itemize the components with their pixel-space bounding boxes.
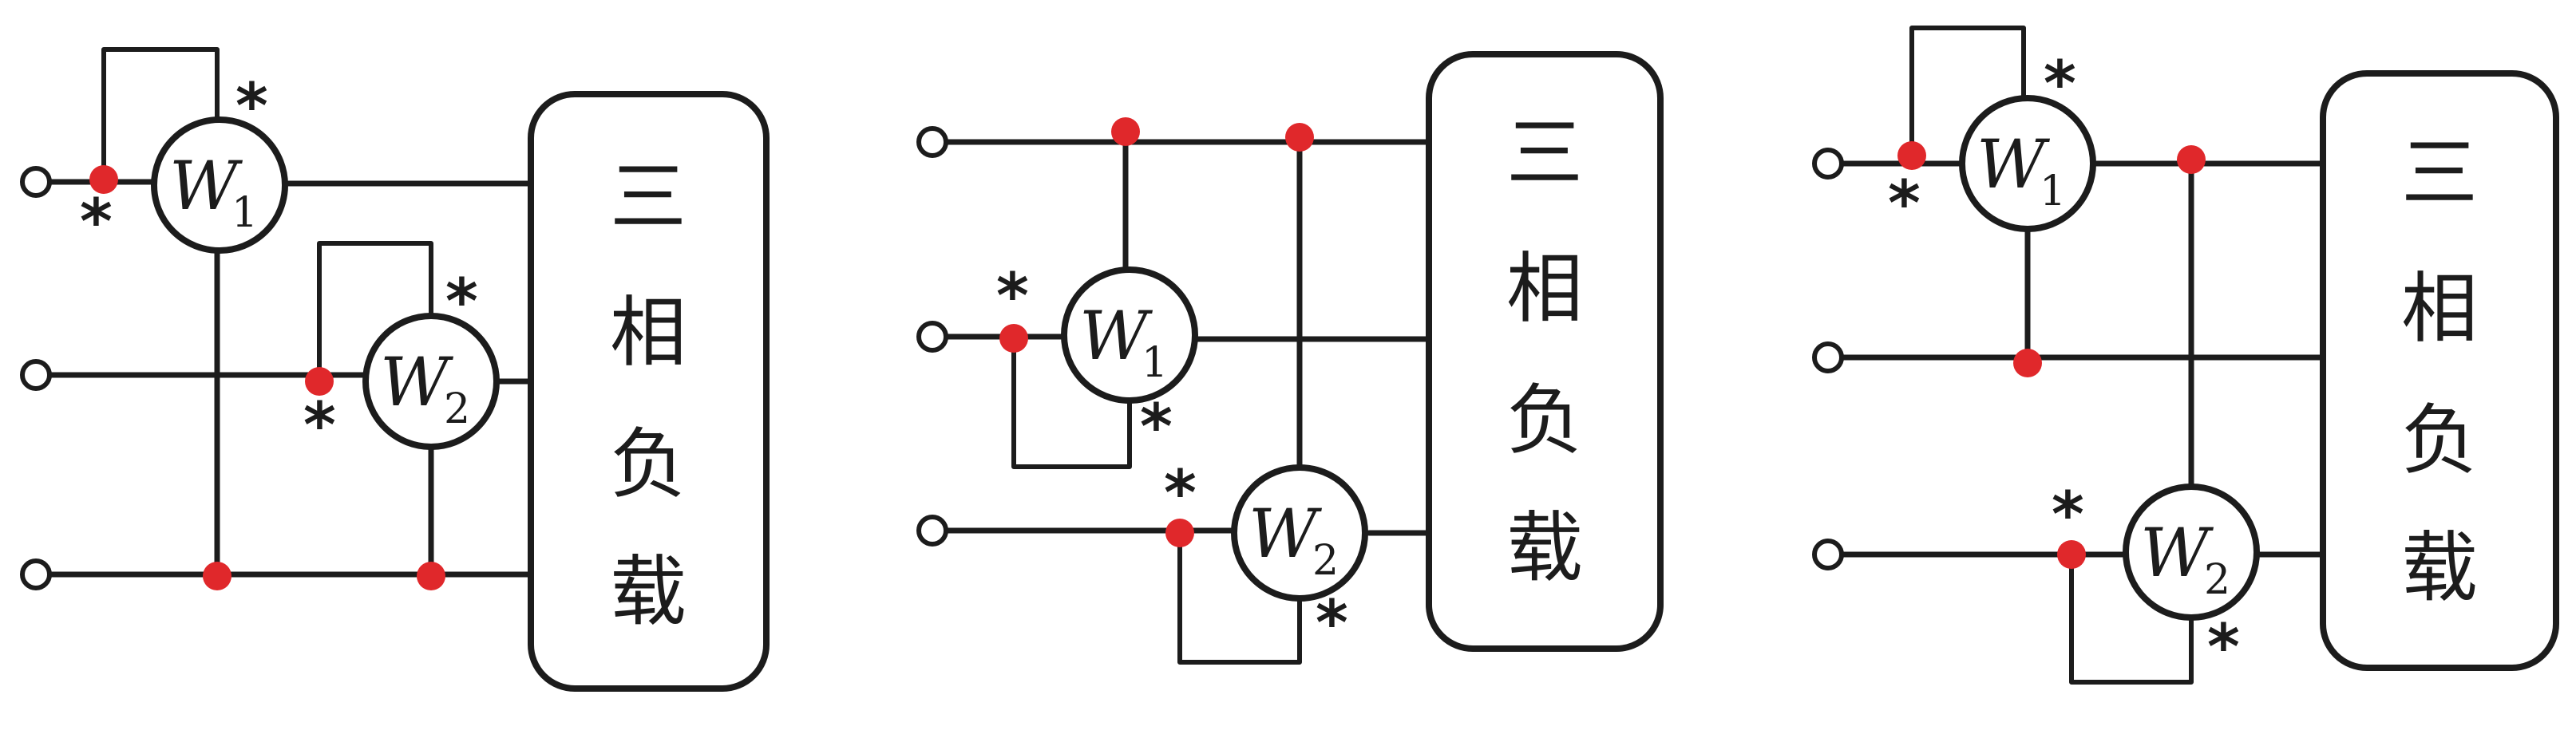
load-char-4: 载 <box>610 547 687 637</box>
junction-node <box>2057 540 2086 569</box>
circuit-diagram-3: W 1 W 2 * * * * 三 相 负 载 <box>1812 26 2559 685</box>
junction-node <box>1897 141 1926 170</box>
terminal-b <box>916 321 948 353</box>
polarity-marker: * <box>80 187 113 258</box>
terminal-a <box>1812 148 1844 180</box>
load-char-4: 载 <box>1506 503 1583 593</box>
terminal-b <box>1812 341 1844 373</box>
junction-node <box>203 562 231 590</box>
terminal-a <box>20 166 52 198</box>
polarity-marker: * <box>303 390 336 462</box>
load-char-2: 相 <box>610 288 687 377</box>
polarity-marker: * <box>1888 168 1921 240</box>
junction-node <box>999 324 1028 353</box>
wattmeter-w2: W 2 <box>2123 483 2260 621</box>
load-char-2: 相 <box>1506 244 1583 333</box>
terminal-c <box>1812 539 1844 570</box>
load-char-4: 载 <box>2401 523 2478 613</box>
polarity-marker: * <box>235 71 268 143</box>
load-char-3: 负 <box>2401 396 2478 485</box>
junction-node <box>89 165 118 194</box>
junction-node <box>2013 349 2042 377</box>
w2-subscript: 2 <box>1312 537 1339 585</box>
junction-node <box>1285 123 1314 152</box>
wattmeter-w2: W 2 <box>1231 464 1368 602</box>
circuit-diagram-1: W 1 W 2 * * * * 三 相 负 载 <box>20 47 770 692</box>
junction-node <box>305 367 334 396</box>
load-char-2: 相 <box>2401 264 2478 353</box>
polarity-marker: * <box>2207 612 2240 684</box>
polarity-marker: * <box>1140 392 1173 464</box>
w1-subscript: 1 <box>2040 168 2066 215</box>
terminal-c <box>20 558 52 590</box>
polarity-marker: * <box>996 261 1029 333</box>
terminal-c <box>916 515 948 547</box>
terminal-b <box>20 359 52 391</box>
w1-subscript: 1 <box>1142 339 1168 387</box>
load-char-3: 负 <box>610 420 687 509</box>
polarity-marker: * <box>445 266 478 338</box>
junction-node <box>2177 145 2206 174</box>
w2-subscript: 2 <box>2204 556 2230 604</box>
junction-node <box>1165 519 1194 547</box>
polarity-marker: * <box>1316 588 1348 660</box>
terminal-a <box>916 126 948 158</box>
w1-subscript: 1 <box>231 189 258 237</box>
load-char-1: 三 <box>2401 128 2478 218</box>
polarity-marker: * <box>2044 49 2076 120</box>
w2-subscript: 2 <box>444 385 470 433</box>
load-char-1: 三 <box>1506 109 1583 198</box>
load-char-1: 三 <box>610 152 687 242</box>
load-char-3: 负 <box>1506 376 1583 465</box>
circuit-diagram-2: W 1 W 2 * * * * 三 相 负 载 <box>916 51 1664 665</box>
wattmeter-w1: W 1 <box>1061 266 1198 404</box>
wattmeter-circuits-figure: W 1 W 2 * * * * 三 相 负 载 W 1 W 2 * * * * … <box>20 26 2559 692</box>
junction-node <box>417 562 445 590</box>
junction-node <box>1111 117 1140 146</box>
polarity-marker: * <box>2052 480 2084 551</box>
